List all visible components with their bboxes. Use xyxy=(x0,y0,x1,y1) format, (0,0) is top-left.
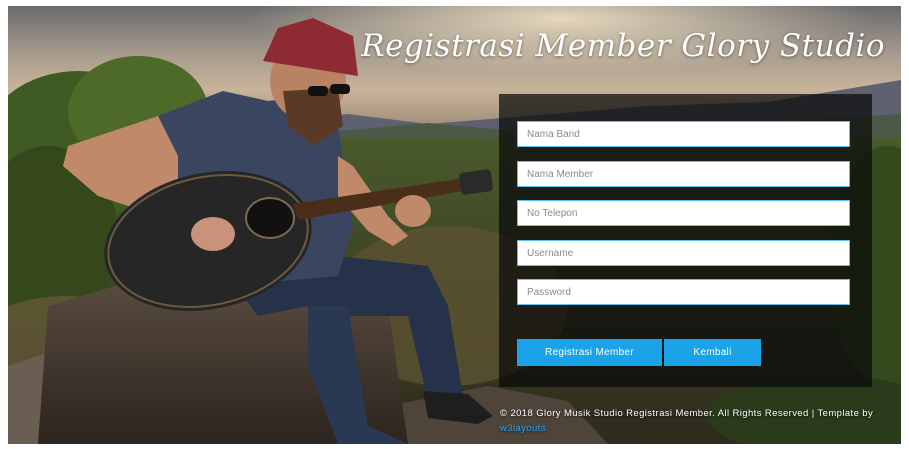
w3layouts-link[interactable]: w3layouts xyxy=(500,423,546,434)
page-frame: Registrasi Member Glory Studio Registras… xyxy=(8,6,901,444)
footer: © 2018 Glory Musik Studio Registrasi Mem… xyxy=(500,406,898,436)
username-input[interactable] xyxy=(517,240,850,266)
password-input[interactable] xyxy=(517,279,850,305)
back-button[interactable]: Kembali xyxy=(664,339,761,366)
register-member-button[interactable]: Registrasi Member xyxy=(517,339,662,366)
band-name-input[interactable] xyxy=(517,121,850,147)
registration-form: Registrasi Member Kembali xyxy=(499,94,872,387)
footer-copyright: © 2018 Glory Musik Studio Registrasi Mem… xyxy=(500,408,874,419)
phone-number-input[interactable] xyxy=(517,200,850,226)
member-name-input[interactable] xyxy=(517,161,850,187)
page-title: Registrasi Member Glory Studio xyxy=(361,28,885,64)
